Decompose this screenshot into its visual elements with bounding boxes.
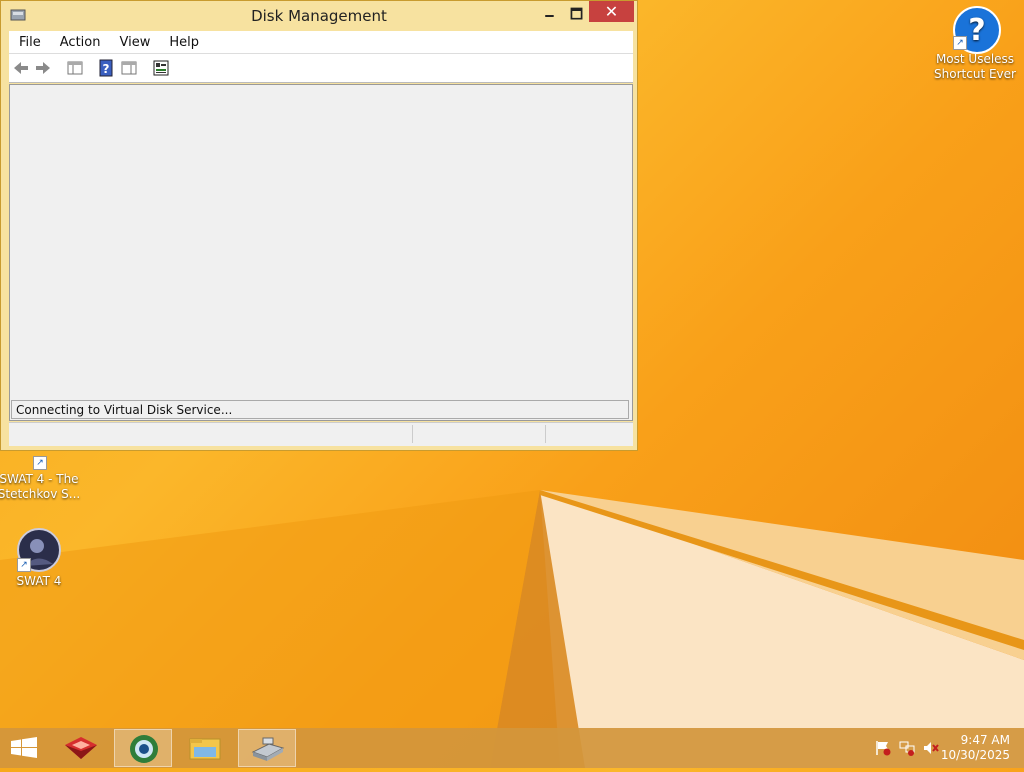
shortcut-arrow-icon: ↗ (33, 456, 47, 470)
status-separator (412, 425, 413, 443)
network-icon[interactable] (898, 740, 916, 756)
menu-view[interactable]: View (109, 32, 159, 50)
menu-action[interactable]: Action (50, 32, 110, 50)
clock-date: 10/30/2025 (940, 748, 1010, 762)
question-icon: ? ↗ (953, 6, 1001, 54)
start-button[interactable] (0, 729, 58, 767)
action-center-flag-icon[interactable] (874, 740, 892, 756)
properties-icon[interactable] (152, 59, 170, 77)
start-icon (11, 737, 37, 758)
volume-muted-icon[interactable] (922, 740, 940, 756)
clock[interactable]: 9:47 AM 10/30/2025 (941, 733, 1010, 763)
taskbar-item-browser[interactable] (114, 729, 172, 767)
back-arrow-icon[interactable] (12, 59, 30, 77)
clock-time: 9:47 AM (960, 733, 1010, 747)
desktop-icon-swat4[interactable]: ↗ SWAT 4 (0, 528, 84, 589)
taskbar: 9:47 AM 10/30/2025 (0, 728, 1024, 768)
svg-text:?: ? (968, 13, 985, 48)
disk-management-window: Disk Management 🗕 🗖 ✕ File Action View Help… (0, 0, 638, 451)
shortcut-arrow-icon: ↗ (17, 558, 31, 572)
menu-file[interactable]: File (9, 32, 50, 50)
desktop-icon-label: SWAT 4 (16, 574, 62, 588)
maximize-button[interactable]: 🗖 (563, 4, 590, 25)
desktop-icon-label: SWAT 4 - The Stetchkov S... (0, 472, 81, 501)
menu-bar: File Action View Help (9, 31, 633, 54)
status-message: Connecting to Virtual Disk Service... (11, 400, 629, 419)
desktop-icon-most-useless-shortcut[interactable]: ? ↗ Most Useless Shortcut Ever (930, 6, 1020, 82)
minimize-button[interactable]: 🗕 (536, 4, 563, 25)
show-hide-action-pane-icon[interactable] (120, 59, 138, 77)
taskbar-item-disk-management[interactable] (238, 729, 296, 767)
status-separator (545, 425, 546, 443)
disk-management-icon (251, 737, 285, 761)
show-hide-console-tree-icon[interactable] (66, 59, 84, 77)
close-button[interactable]: ✕ (589, 1, 634, 22)
menu-help[interactable]: Help (159, 32, 208, 50)
swat4-icon: ↗ (17, 528, 61, 572)
window-titlebar[interactable]: Disk Management 🗕 🗖 ✕ (1, 1, 637, 31)
browser-icon (130, 735, 158, 763)
shortcut-arrow-icon: ↗ (953, 36, 967, 50)
taskbar-item-file-explorer[interactable] (176, 729, 234, 767)
desktop-icon-label: Most Useless Shortcut Ever (934, 52, 1016, 81)
forward-arrow-icon[interactable] (34, 59, 52, 77)
main-content-pane (9, 84, 633, 421)
status-bar (9, 422, 633, 446)
svg-text:?: ? (103, 62, 110, 76)
toolbar: ? (9, 54, 633, 83)
taskbar-item-game[interactable] (52, 729, 110, 767)
game-icon (65, 737, 97, 759)
help-icon[interactable]: ? (97, 59, 115, 77)
file-explorer-icon (189, 738, 221, 760)
